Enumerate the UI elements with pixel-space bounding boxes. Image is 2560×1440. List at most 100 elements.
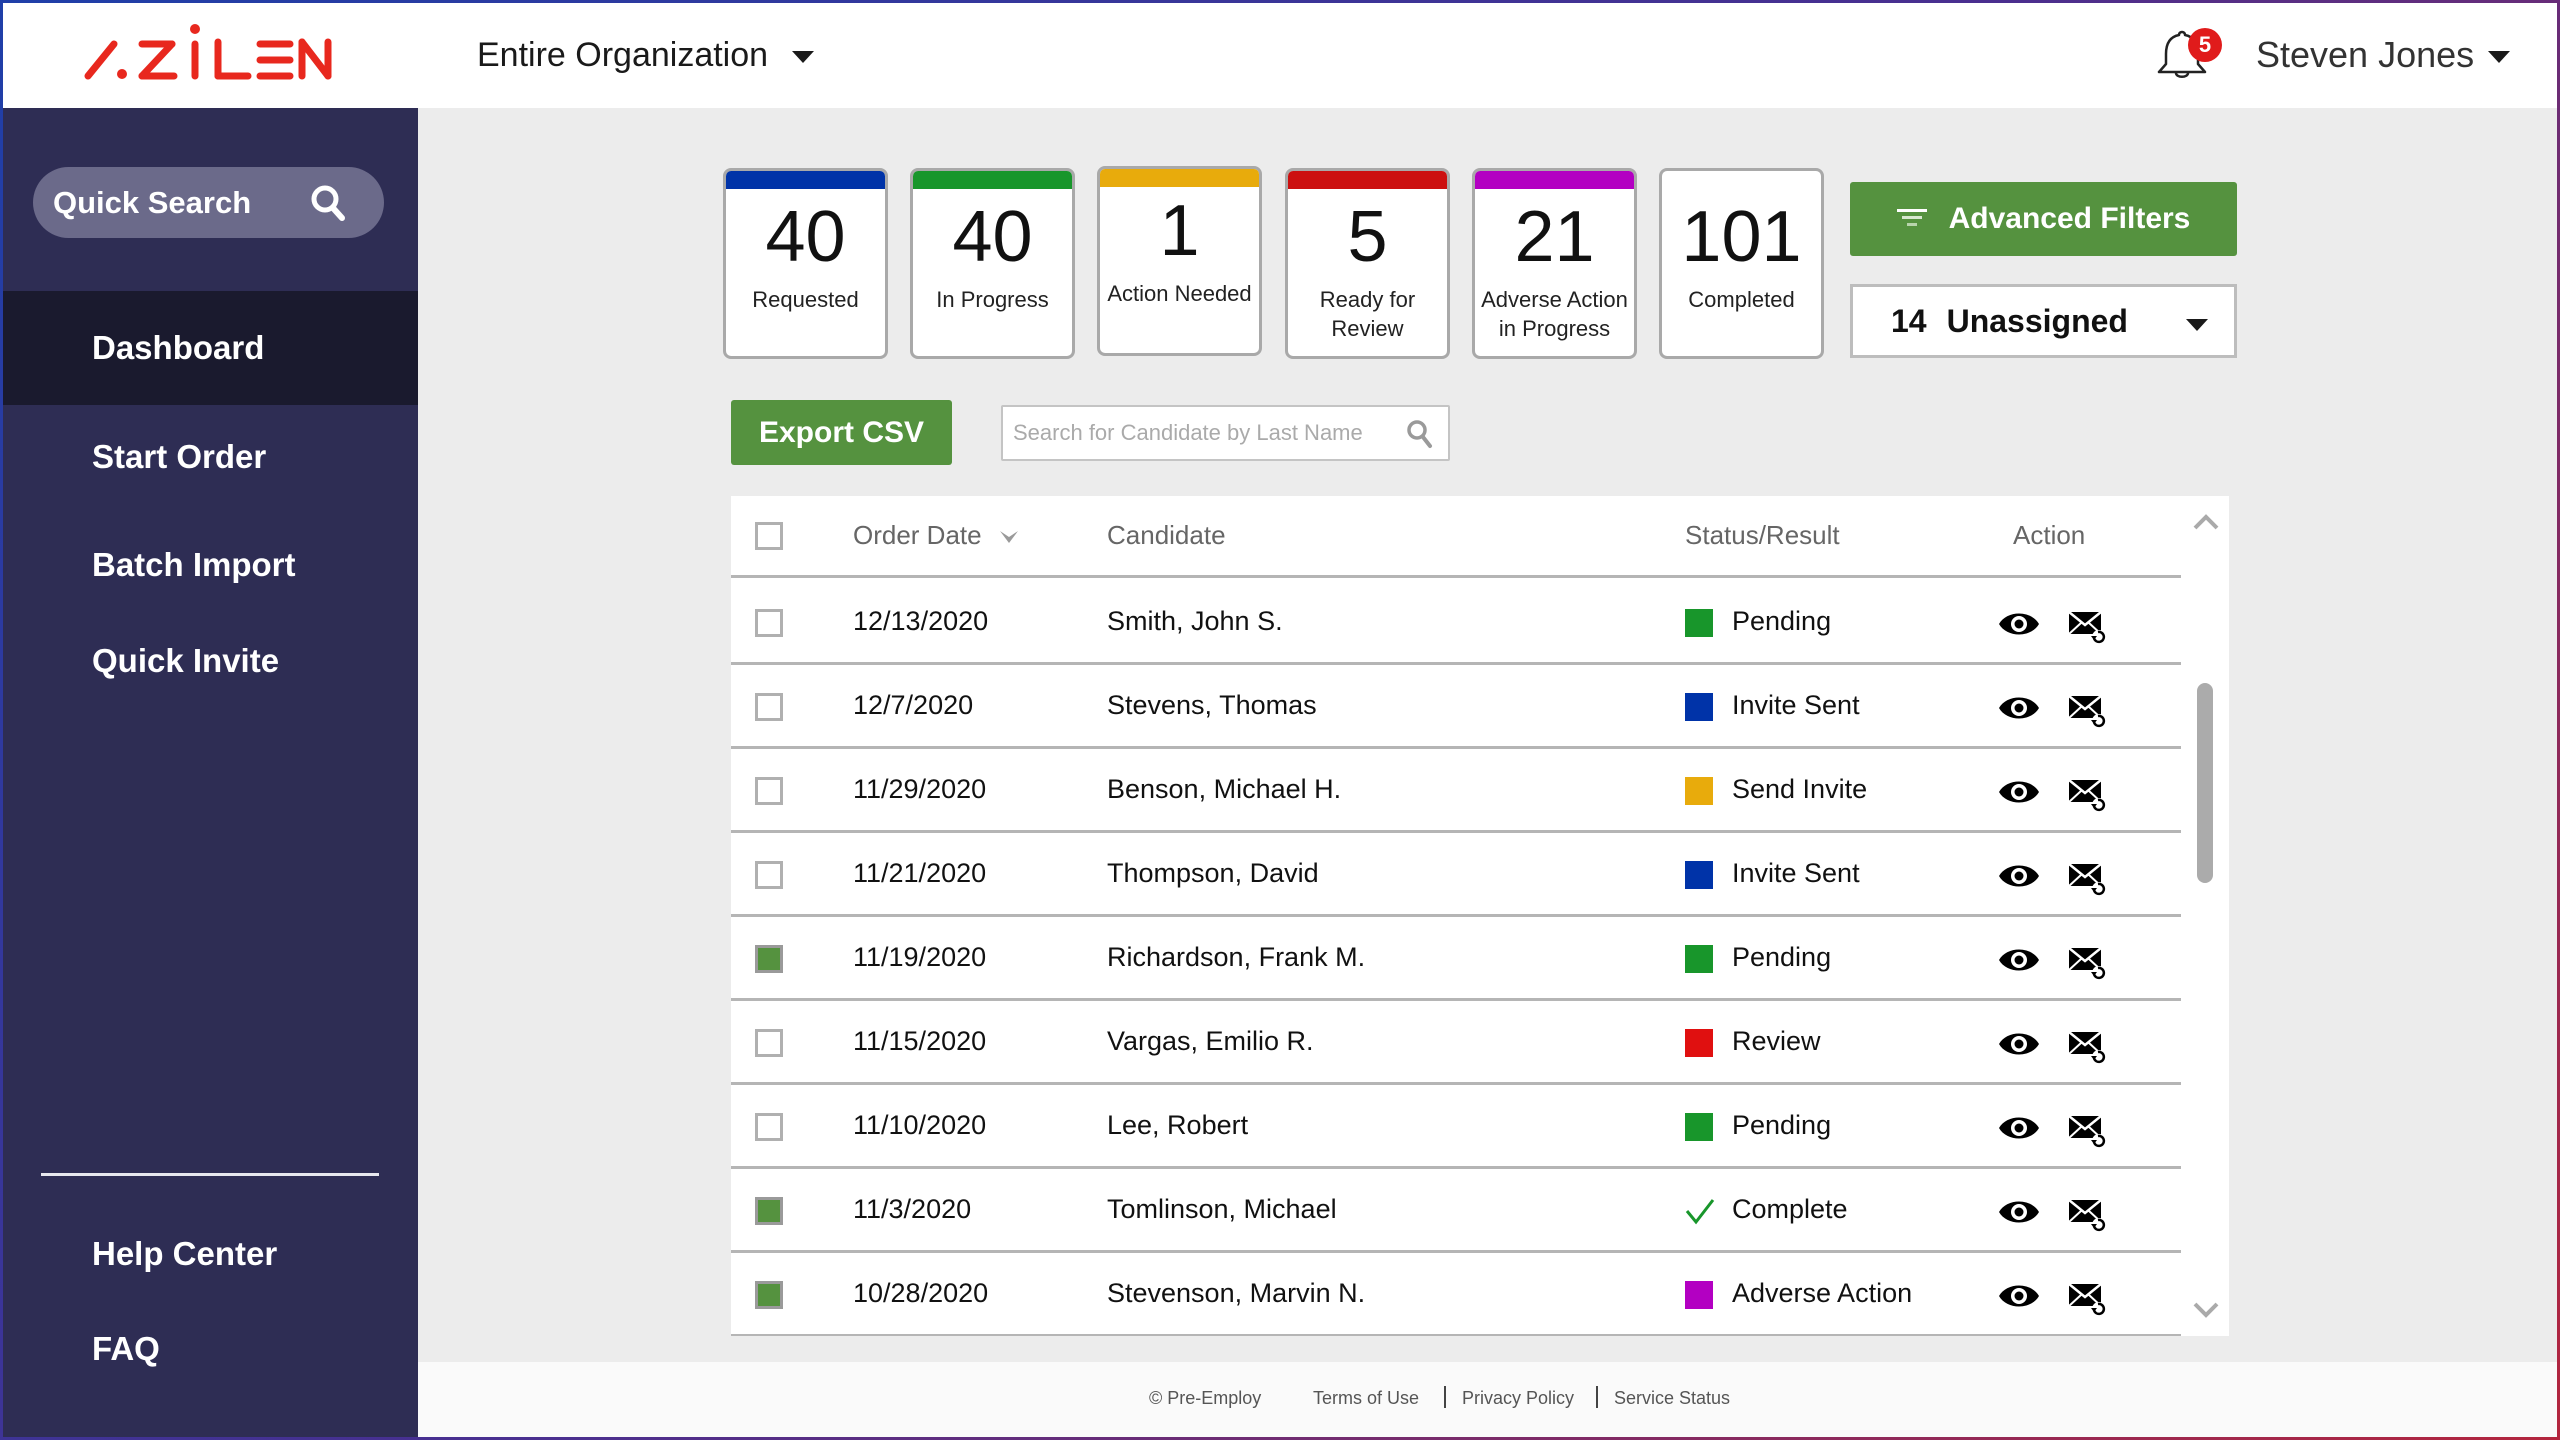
candidate-name[interactable]: Stevens, Thomas [1107,690,1317,721]
table-row[interactable]: 11/15/2020 Vargas, Emilio R. Review [731,1001,2181,1085]
candidate-name[interactable]: Richardson, Frank M. [1107,942,1365,973]
row-checkbox[interactable] [755,609,783,637]
row-checkbox[interactable] [755,945,783,973]
resend-email-icon[interactable] [2068,609,2108,645]
card-color-bar [1100,169,1259,187]
status-label: Invite Sent [1732,690,1860,720]
card-label: Completed [1688,287,1795,312]
view-icon[interactable] [1997,1281,2041,1311]
card-color-bar [726,171,885,189]
select-all-checkbox[interactable] [755,522,783,550]
column-header-label: Order Date [853,520,982,550]
quick-search-input[interactable]: Quick Search [33,167,384,238]
order-date: 11/21/2020 [853,858,987,888]
resend-email-icon[interactable] [2068,1197,2108,1233]
status-card-completed[interactable]: 101 Completed [1659,168,1824,359]
resend-email-icon[interactable] [2068,693,2108,729]
sidebar-item-faq[interactable]: FAQ [0,1292,418,1406]
row-checkbox[interactable] [755,1281,783,1309]
footer-link-service-status[interactable]: Service Status [1614,1388,1730,1409]
table-row[interactable]: 10/28/2020 Stevenson, Marvin N. Adverse Ac… [731,1253,2181,1336]
organization-selector[interactable]: Entire Organization [477,30,815,80]
view-icon[interactable] [1997,1029,2041,1059]
status-card-in-progress[interactable]: 40 In Progress [910,168,1075,359]
view-icon[interactable] [1997,1197,2041,1227]
column-header-candidate[interactable]: Candidate [1107,520,1226,551]
candidate-name[interactable]: Benson, Michael H. [1107,774,1341,805]
sort-descending-icon [999,531,1018,544]
row-checkbox[interactable] [755,777,783,805]
user-name: Steven Jones [2256,34,2475,75]
status-card-action-needed[interactable]: 1 Action Needed [1097,166,1262,356]
status-card-adverse-action[interactable]: 21 Adverse Action in Progress [1472,168,1637,359]
status-color-swatch [1685,777,1713,805]
table-row[interactable]: 12/7/2020 Stevens, Thomas Invite Sent [731,665,2181,749]
candidate-search-input[interactable] [1013,407,1393,459]
card-count: 1 [1159,191,1200,271]
view-icon[interactable] [1997,693,2041,723]
table-header: Order Date Candidate Status/Result Actio… [731,496,2181,578]
order-date: 11/10/2020 [853,1110,987,1140]
export-csv-button[interactable]: Export CSV [731,400,952,465]
column-header-action: Action [2013,520,2086,550]
status-card-requested[interactable]: 40 Requested [723,168,888,359]
azilen-logo: AZILEN [84,24,332,80]
scroll-up-icon[interactable] [2193,514,2219,530]
table-row[interactable]: 11/29/2020 Benson, Michael H. Send Invite [731,749,2181,833]
resend-email-icon[interactable] [2068,1029,2108,1065]
search-icon[interactable] [1406,419,1434,449]
column-header-status[interactable]: Status/Result [1685,520,1840,551]
column-header-order-date[interactable]: Order Date [853,520,1020,551]
row-checkbox[interactable] [755,1029,783,1057]
row-checkbox[interactable] [755,1197,783,1225]
table-row[interactable]: 11/10/2020 Lee, Robert Pending [731,1085,2181,1169]
view-icon[interactable] [1997,609,2041,639]
resend-email-icon[interactable] [2068,861,2108,897]
candidate-name[interactable]: Vargas, Emilio R. [1107,1026,1314,1057]
scroll-down-icon[interactable] [2193,1302,2219,1318]
status-label: Complete [1732,1194,1848,1224]
footer-link-privacy[interactable]: Privacy Policy [1462,1388,1574,1409]
view-icon[interactable] [1997,861,2041,891]
table-row[interactable]: 11/3/2020 Tomlinson, Michael Complete [731,1169,2181,1253]
footer-separator [1444,1386,1446,1408]
status-color-swatch [1685,861,1713,889]
row-checkbox[interactable] [755,1113,783,1141]
quick-search-label: Quick Search [53,184,252,220]
card-label: Adverse Action in Progress [1481,287,1628,341]
footer-link-terms[interactable]: Terms of Use [1313,1388,1419,1409]
view-icon[interactable] [1997,945,2041,975]
candidate-name[interactable]: Stevenson, Marvin N. [1107,1278,1365,1309]
candidate-name[interactable]: Lee, Robert [1107,1110,1248,1141]
table-row[interactable]: 11/19/2020 Richardson, Frank M. Pending [731,917,2181,1001]
sidebar-item-start-order[interactable]: Start Order [0,400,418,514]
advanced-filters-button[interactable]: Advanced Filters [1850,182,2237,256]
resend-email-icon[interactable] [2068,945,2108,981]
status-label: Review [1732,1026,1821,1056]
chevron-down-icon [2488,51,2511,63]
resend-email-icon[interactable] [2068,1281,2108,1317]
sidebar-item-dashboard[interactable]: Dashboard [0,291,418,405]
resend-email-icon[interactable] [2068,1113,2108,1149]
candidate-name[interactable]: Tomlinson, Michael [1107,1194,1337,1225]
candidate-name[interactable]: Smith, John S. [1107,606,1283,637]
candidate-name[interactable]: Thompson, David [1107,858,1319,889]
footer-separator [1596,1386,1598,1408]
user-menu[interactable]: Steven Jones [2256,30,2511,80]
card-count: 40 [952,197,1033,277]
scrollbar-thumb[interactable] [2197,683,2213,883]
sidebar-item-quick-invite[interactable]: Quick Invite [0,604,418,718]
table-row[interactable]: 11/21/2020 Thompson, David Invite Sent [731,833,2181,917]
unassigned-dropdown[interactable]: 14 Unassigned [1850,284,2237,358]
status-card-ready-for-review[interactable]: 5 Ready for Review [1285,168,1450,359]
top-header: AZILEN Entire Organization 5 Steven Jone… [0,0,2560,108]
view-icon[interactable] [1997,1113,2041,1143]
sidebar-item-label: Batch Import [92,546,296,583]
view-icon[interactable] [1997,777,2041,807]
row-checkbox[interactable] [755,861,783,889]
resend-email-icon[interactable] [2068,777,2108,813]
table-row[interactable]: 12/13/2020 Smith, John S. Pending [731,581,2181,665]
chevron-down-icon [792,51,815,63]
status-color-swatch [1685,693,1713,721]
row-checkbox[interactable] [755,693,783,721]
